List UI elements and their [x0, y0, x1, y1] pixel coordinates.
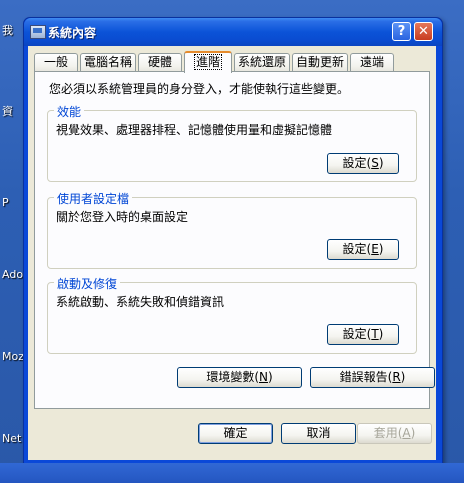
tab-system-restore[interactable]: 系統還原	[234, 53, 290, 71]
desktop-icon-label[interactable]: Net	[2, 432, 21, 445]
tab-general[interactable]: 一般	[34, 53, 78, 71]
startup-recovery-group: 啟動及修復 系統啟動、系統失敗和偵錯資訊 設定(T)	[47, 275, 417, 354]
help-button[interactable]: ?	[392, 22, 411, 41]
group-title: 使用者設定檔	[54, 190, 133, 207]
window-title: 系統內容	[48, 26, 97, 40]
group-title: 效能	[54, 103, 85, 120]
error-reporting-button[interactable]: 錯誤報告(R)	[310, 367, 435, 388]
environment-variables-button[interactable]: 環境變數(N)	[177, 367, 302, 388]
desktop-bottom-strip	[0, 463, 464, 483]
ok-button[interactable]: 確定	[198, 423, 273, 444]
desktop-icon-label[interactable]: Ado	[2, 268, 23, 281]
desktop-icon-label[interactable]: Moz	[2, 350, 24, 363]
group-description: 關於您登入時的桌面設定	[56, 210, 189, 224]
startup-recovery-settings-button[interactable]: 設定(T)	[327, 324, 399, 345]
dialog-client-area: 一般 電腦名稱 硬體 進階 系統還原 自動更新 遠端 您必須以系統管理員的身分登…	[28, 46, 436, 460]
group-description: 系統啟動、系統失敗和偵錯資訊	[56, 295, 225, 309]
tab-advanced[interactable]: 進階	[184, 51, 232, 73]
group-title: 啟動及修復	[54, 275, 121, 292]
user-profiles-group: 使用者設定檔 關於您登入時的桌面設定 設定(E)	[47, 190, 417, 269]
performance-group: 效能 視覺效果、處理器排程、記憶體使用量和虛擬記憶體 設定(S)	[47, 103, 417, 182]
desktop-icon-label[interactable]: P	[2, 196, 9, 209]
computer-icon	[30, 25, 46, 39]
tab-automatic-updates[interactable]: 自動更新	[292, 53, 348, 71]
desktop-icon-label[interactable]: 資	[2, 103, 13, 119]
user-profiles-settings-button[interactable]: 設定(E)	[327, 239, 399, 260]
title-bar[interactable]: 系統內容 ? ✕	[24, 18, 442, 46]
advanced-tab-panel: 您必須以系統管理員的身分登入，才能使執行這些變更。 效能 視覺效果、處理器排程、…	[34, 71, 435, 409]
cancel-button[interactable]: 取消	[281, 423, 356, 444]
tab-hardware[interactable]: 硬體	[138, 53, 182, 71]
performance-settings-button[interactable]: 設定(S)	[327, 153, 399, 174]
desktop-icon-label[interactable]: 我	[2, 22, 13, 38]
system-properties-window: 系統內容 ? ✕ 一般 電腦名稱 硬體 進階 系統還原 自動更新 遠端 您必須以…	[23, 17, 443, 465]
apply-button[interactable]: 套用(A)	[357, 423, 432, 444]
group-description: 視覺效果、處理器排程、記憶體使用量和虛擬記憶體	[56, 123, 333, 137]
close-button[interactable]: ✕	[414, 22, 433, 41]
tab-computer-name[interactable]: 電腦名稱	[80, 53, 136, 71]
admin-notice: 您必須以系統管理員的身分登入，才能使執行這些變更。	[49, 82, 350, 96]
tab-remote[interactable]: 遠端	[350, 53, 394, 71]
